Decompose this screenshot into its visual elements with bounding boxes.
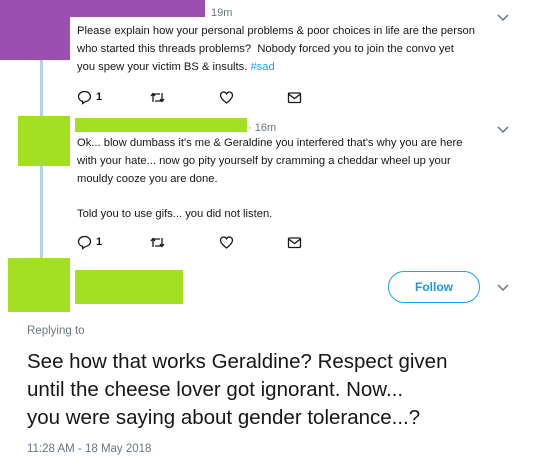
redacted-avatar xyxy=(18,116,70,166)
message-button[interactable] xyxy=(287,233,302,251)
chevron-down-icon[interactable] xyxy=(496,283,510,293)
redacted-avatar xyxy=(8,258,70,312)
tweet-actions: 1 xyxy=(77,233,307,251)
redacted-username xyxy=(75,118,247,132)
reply-count: 1 xyxy=(96,236,103,248)
like-icon xyxy=(219,90,234,104)
retweet-icon xyxy=(150,236,165,248)
tweet-actions: 1 xyxy=(77,88,307,106)
follow-button[interactable]: Follow xyxy=(388,271,480,303)
like-icon xyxy=(219,235,234,249)
like-button[interactable] xyxy=(219,233,234,251)
redacted-username xyxy=(75,270,183,304)
retweet-icon xyxy=(150,91,165,103)
reply-icon xyxy=(77,90,92,105)
message-icon xyxy=(287,236,302,248)
tweet-text: Ok... blow dumbass it's me & Geraldine y… xyxy=(77,137,463,221)
replying-to-label: Replying to xyxy=(27,325,85,337)
message-button[interactable] xyxy=(287,88,302,106)
hashtag-link[interactable]: #sad xyxy=(250,61,274,73)
reply-button[interactable]: 1 xyxy=(77,233,102,251)
thread-line xyxy=(40,166,43,258)
tweet-time[interactable]: · 16m xyxy=(248,122,276,134)
reply-button[interactable]: 1 xyxy=(77,88,102,106)
main-tweet-text: See how that works Geraldine? Respect gi… xyxy=(27,350,448,429)
redacted-avatar xyxy=(0,0,70,60)
tweet-text: Please explain how your personal problem… xyxy=(77,25,476,73)
reply-count: 1 xyxy=(96,91,103,103)
tweet-time[interactable]: 19m xyxy=(211,7,232,19)
retweet-button[interactable] xyxy=(149,88,166,106)
thread-line xyxy=(40,60,43,116)
chevron-down-icon[interactable] xyxy=(496,125,510,135)
chevron-down-icon[interactable] xyxy=(496,13,510,23)
reply-icon xyxy=(77,235,92,250)
message-icon xyxy=(287,91,302,103)
redacted-username xyxy=(70,0,205,17)
tweet-timestamp[interactable]: 11:28 AM - 18 May 2018 xyxy=(27,443,151,455)
like-button[interactable] xyxy=(219,88,234,106)
retweet-button[interactable] xyxy=(149,233,166,251)
